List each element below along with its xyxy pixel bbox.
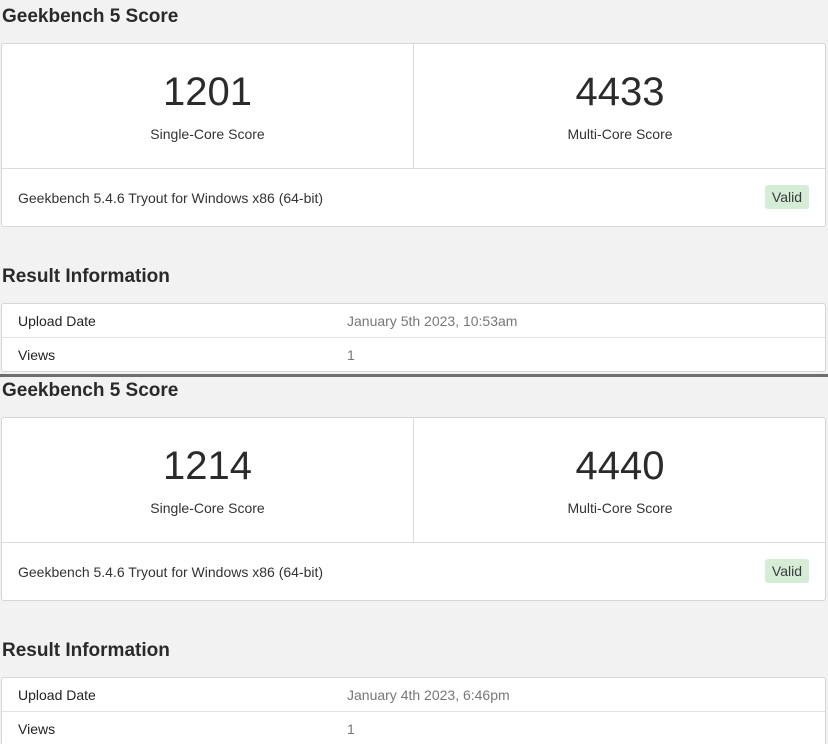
multi-core-cell: 4433 Multi-Core Score: [414, 44, 826, 168]
multi-core-label: Multi-Core Score: [567, 500, 673, 516]
upload-date-value: January 4th 2023, 6:46pm: [347, 687, 510, 703]
score-card: 1201 Single-Core Score 4433 Multi-Core S…: [1, 43, 826, 227]
result-info-table: Upload Date January 5th 2023, 10:53am Vi…: [1, 303, 826, 372]
table-row: Views 1: [2, 338, 825, 372]
single-core-label: Single-Core Score: [150, 126, 265, 142]
score-heading: Geekbench 5 Score: [2, 6, 179, 27]
single-core-score: 1214: [163, 444, 252, 488]
score-heading: Geekbench 5 Score: [2, 380, 179, 401]
upload-date-label: Upload Date: [18, 687, 96, 703]
views-label: Views: [18, 347, 56, 363]
score-row: 1201 Single-Core Score 4433 Multi-Core S…: [2, 44, 825, 169]
result-info-table: Upload Date January 4th 2023, 6:46pm Vie…: [1, 677, 826, 744]
multi-core-label: Multi-Core Score: [567, 126, 673, 142]
result-panel-1: Geekbench 5 Score 1201 Single-Core Score…: [0, 0, 828, 376]
result-info-heading: Result Information: [2, 640, 170, 661]
score-card: 1214 Single-Core Score 4440 Multi-Core S…: [1, 417, 826, 601]
single-core-cell: 1214 Single-Core Score: [2, 418, 414, 542]
single-core-cell: 1201 Single-Core Score: [2, 44, 414, 168]
single-core-score: 1201: [163, 70, 252, 114]
score-row: 1214 Single-Core Score 4440 Multi-Core S…: [2, 418, 825, 543]
table-row: Views 1: [2, 712, 825, 744]
multi-core-score: 4440: [575, 444, 665, 488]
upload-date-label: Upload Date: [18, 313, 96, 329]
version-text: Geekbench 5.4.6 Tryout for Windows x86 (…: [18, 190, 324, 206]
table-row: Upload Date January 4th 2023, 6:46pm: [2, 678, 825, 712]
table-row: Upload Date January 5th 2023, 10:53am: [2, 304, 825, 338]
result-panel-2: Geekbench 5 Score 1214 Single-Core Score…: [0, 374, 828, 744]
result-info-heading: Result Information: [2, 266, 170, 287]
views-value: 1: [347, 347, 355, 363]
multi-core-cell: 4440 Multi-Core Score: [414, 418, 826, 542]
status-badge: Valid: [764, 559, 809, 583]
version-text: Geekbench 5.4.6 Tryout for Windows x86 (…: [18, 564, 324, 580]
single-core-label: Single-Core Score: [150, 500, 265, 516]
multi-core-score: 4433: [575, 70, 665, 114]
upload-date-value: January 5th 2023, 10:53am: [347, 313, 518, 329]
views-label: Views: [18, 721, 56, 737]
status-badge: Valid: [764, 185, 809, 209]
views-value: 1: [347, 721, 355, 737]
